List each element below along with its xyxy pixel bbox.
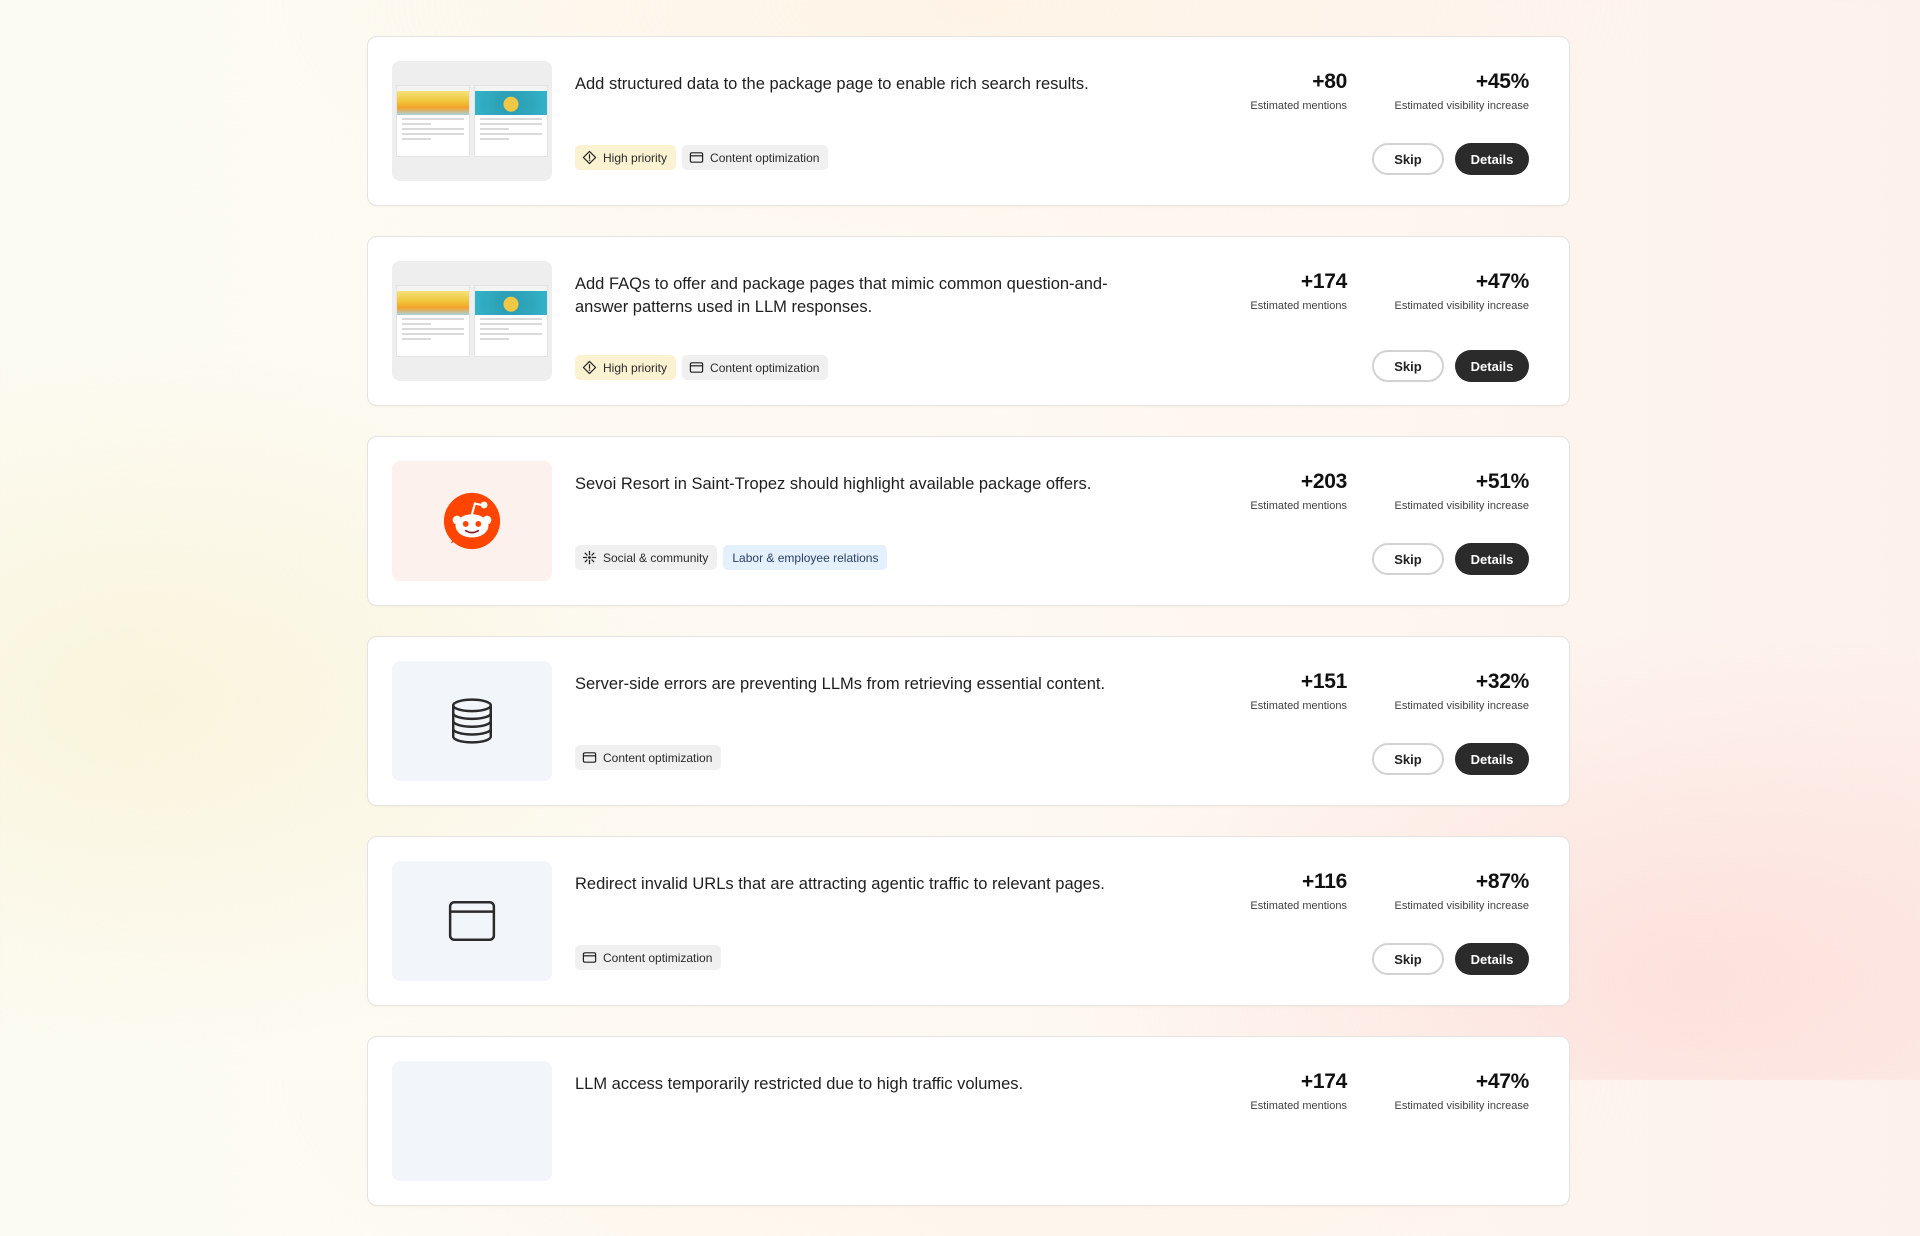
mentions-value: +151: [1300, 670, 1347, 693]
category-tag: Social & community: [575, 545, 718, 570]
mentions-value: +174: [1300, 1070, 1347, 1093]
category-tag: Content optimization: [682, 355, 829, 380]
mentions-metric: +174 Estimated mentions: [1250, 1069, 1347, 1112]
mentions-metric: +80 Estimated mentions: [1250, 69, 1347, 112]
skip-button[interactable]: Skip: [1372, 350, 1444, 382]
sparkle-icon: [582, 550, 597, 565]
skip-button[interactable]: Skip: [1372, 943, 1444, 975]
skip-button[interactable]: Skip: [1372, 743, 1444, 775]
card-layout-icon: [582, 952, 597, 963]
visibility-metric: +47% Estimated visibility increase: [1395, 1069, 1530, 1112]
skip-button[interactable]: Skip: [1372, 543, 1444, 575]
priority-tag: High priority: [575, 145, 677, 170]
details-button[interactable]: Details: [1455, 350, 1529, 382]
visibility-value: +32%: [1475, 670, 1529, 693]
card-layout-icon: [582, 752, 597, 763]
tag-label: Social & community: [603, 550, 709, 565]
diamond-alert-icon: [582, 360, 597, 375]
skip-button[interactable]: Skip: [1372, 143, 1444, 175]
reddit-icon: [443, 492, 501, 550]
visibility-value: +87%: [1475, 870, 1529, 893]
visibility-label: Estimated visibility increase: [1394, 300, 1530, 312]
visibility-label: Estimated visibility increase: [1394, 700, 1530, 712]
details-button[interactable]: Details: [1455, 543, 1529, 575]
details-button[interactable]: Details: [1455, 943, 1529, 975]
recommendation-card: Redirect invalid URLs that are attractin…: [367, 836, 1570, 1006]
visibility-value: +51%: [1475, 470, 1529, 493]
mentions-label: Estimated mentions: [1250, 300, 1347, 312]
browser-thumbnail: [392, 861, 552, 981]
visibility-metric: +51% Estimated visibility increase: [1395, 469, 1530, 512]
tag-list: Content optimization: [575, 945, 722, 970]
category-tag: Content optimization: [575, 745, 722, 770]
tag-list: High priority Content optimization: [575, 355, 829, 380]
visibility-value: +47%: [1475, 270, 1529, 293]
recommendation-text: Add structured data to the package page …: [575, 75, 1089, 93]
recommendation-card: Server-side errors are preventing LLMs f…: [367, 636, 1570, 806]
priority-tag: High priority: [575, 355, 677, 380]
mentions-label: Estimated mentions: [1250, 100, 1347, 112]
visibility-label: Estimated visibility increase: [1394, 100, 1530, 112]
card-layout-icon: [689, 362, 704, 373]
diamond-alert-icon: [582, 150, 597, 165]
recommendation-card: Add structured data to the package page …: [367, 36, 1570, 206]
visibility-metric: +87% Estimated visibility increase: [1395, 869, 1530, 912]
topic-tag: Labor & employee relations: [723, 545, 888, 570]
recommendation-card: Add FAQs to offer and package pages that…: [367, 236, 1570, 406]
tag-label: Content optimization: [710, 150, 820, 165]
visibility-metric: +47% Estimated visibility increase: [1395, 269, 1530, 312]
tag-label: Labor & employee relations: [732, 550, 879, 565]
mentions-metric: +174 Estimated mentions: [1250, 269, 1347, 312]
recommendation-text: Server-side errors are preventing LLMs f…: [575, 675, 1106, 693]
browser-window-icon: [448, 901, 496, 941]
card-thumbnail: [392, 1061, 552, 1181]
tag-label: Content optimization: [710, 360, 820, 375]
mentions-metric: +151 Estimated mentions: [1250, 669, 1347, 712]
details-button[interactable]: Details: [1455, 743, 1529, 775]
mentions-metric: +116 Estimated mentions: [1250, 869, 1347, 912]
visibility-label: Estimated visibility increase: [1394, 1100, 1530, 1112]
tag-list: Social & community Labor & employee rela…: [575, 545, 888, 570]
mentions-label: Estimated mentions: [1250, 900, 1347, 912]
mentions-value: +174: [1300, 270, 1347, 293]
page-screenshot-thumbnail: [392, 61, 552, 181]
database-icon: [452, 698, 492, 744]
mentions-value: +80: [1312, 70, 1347, 93]
recommendation-card: Sevoi Resort in Saint-Tropez should high…: [367, 436, 1570, 606]
visibility-metric: +32% Estimated visibility increase: [1395, 669, 1530, 712]
recommendation-text: Sevoi Resort in Saint-Tropez should high…: [575, 475, 1092, 493]
tag-label: Content optimization: [603, 950, 713, 965]
category-tag: Content optimization: [575, 945, 722, 970]
visibility-metric: +45% Estimated visibility increase: [1395, 69, 1530, 112]
mentions-label: Estimated mentions: [1250, 1100, 1347, 1112]
mentions-label: Estimated mentions: [1250, 700, 1347, 712]
category-tag: Content optimization: [682, 145, 829, 170]
mentions-value: +203: [1300, 470, 1347, 493]
tag-list: Content optimization: [575, 745, 722, 770]
recommendation-text: LLM access temporarily restricted due to…: [575, 1075, 1024, 1093]
mentions-metric: +203 Estimated mentions: [1250, 469, 1347, 512]
details-button[interactable]: Details: [1455, 143, 1529, 175]
tag-list: High priority Content optimization: [575, 145, 829, 170]
recommendation-text: Add FAQs to offer and package pages that…: [575, 275, 1108, 316]
recommendation-text: Redirect invalid URLs that are attractin…: [575, 875, 1105, 893]
visibility-label: Estimated visibility increase: [1394, 900, 1530, 912]
mentions-label: Estimated mentions: [1250, 500, 1347, 512]
visibility-value: +45%: [1475, 70, 1529, 93]
tag-label: Content optimization: [603, 750, 713, 765]
mentions-value: +116: [1302, 870, 1347, 893]
database-thumbnail: [392, 661, 552, 781]
recommendations-list: Add structured data to the package page …: [367, 36, 1570, 1236]
reddit-thumbnail: [392, 461, 552, 581]
visibility-value: +47%: [1475, 1070, 1529, 1093]
tag-label: High priority: [603, 360, 668, 375]
page-screenshot-thumbnail: [392, 261, 552, 381]
tag-label: High priority: [603, 150, 668, 165]
visibility-label: Estimated visibility increase: [1394, 500, 1530, 512]
card-layout-icon: [689, 152, 704, 163]
recommendation-card: LLM access temporarily restricted due to…: [367, 1036, 1570, 1206]
